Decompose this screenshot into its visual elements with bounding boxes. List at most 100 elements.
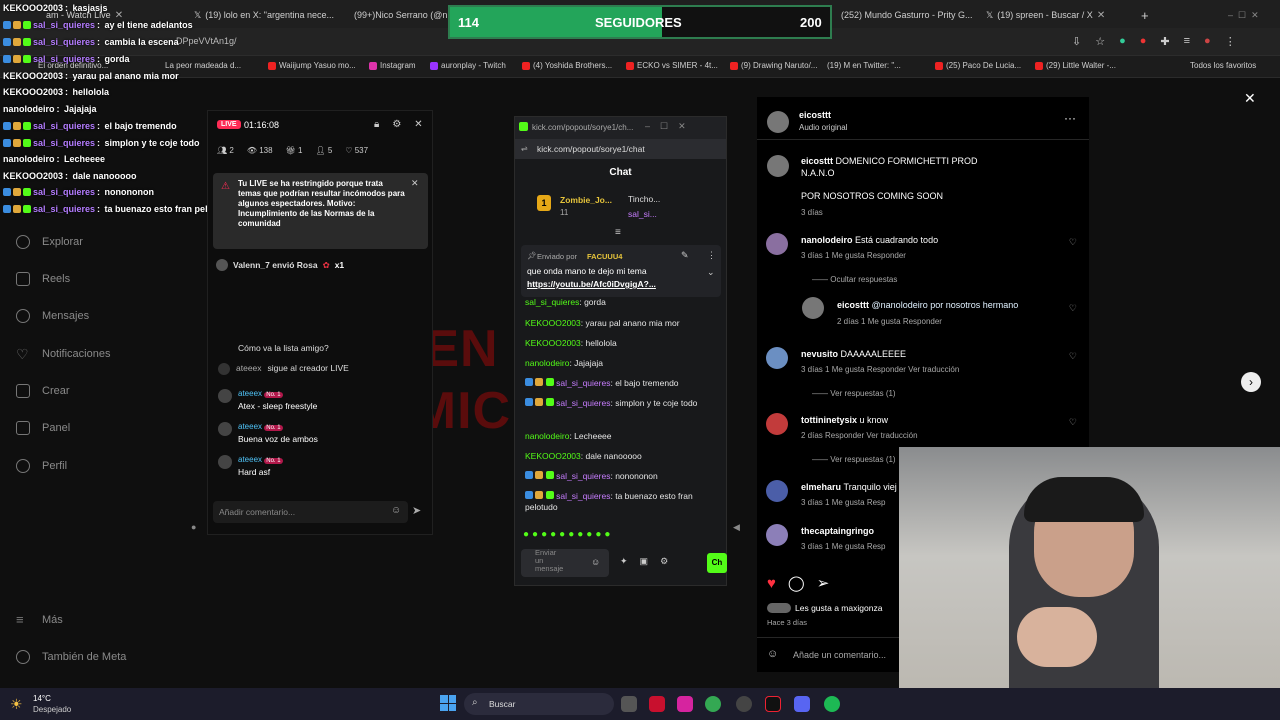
filter-icon[interactable]: ≡ [615,227,621,238]
chat-line: sal_si_quieres: ta buenazo esto fran pel… [3,204,233,214]
tab-mundo-gasturro[interactable]: (252) Mundo Gasturro - Prity G...✕ [835,4,975,26]
bookmark-item[interactable]: ECKO vs SIMER - 4t... [626,61,718,70]
close-modal-icon[interactable]: ✕ [1244,90,1256,107]
task-view-icon[interactable] [621,696,637,712]
new-tab-button[interactable]: + [1135,4,1155,26]
more-options-icon[interactable]: ··· [1064,111,1076,125]
nav-meta[interactable]: También de Meta [16,650,126,664]
bookmark-item[interactable]: (29) Little Walter -... [1035,61,1116,70]
nav-mas[interactable]: ≡ Más [16,613,63,627]
kick-url-bar: ⇌ kick.com/popout/sorye1/chat [515,139,726,159]
menu-icon[interactable]: ≡ [1184,35,1190,48]
taskbar-search[interactable]: ⌕ Buscar [464,693,614,715]
instagram-icon[interactable] [677,696,693,712]
send-icon[interactable]: ➤ [412,504,421,517]
nav-mensajes[interactable]: Mensajes [16,309,89,323]
close-icon[interactable]: ✕ [414,119,422,130]
emote-bar[interactable]: ●●●●●●●●●● [523,529,613,540]
bookmark-item[interactable]: (4) Yoshida Brothers... [522,61,612,70]
avatar[interactable] [766,413,788,435]
bookmark-item[interactable]: (9) Drawing Naruto/... [730,61,817,70]
search-icon: ⌕ [472,697,478,708]
install-icon[interactable]: ⇩ [1072,35,1081,48]
view-replies[interactable]: —— Ver respuestas (1) [812,455,896,464]
kick-message-input[interactable]: Enviar un mensaje ☺ [521,549,609,577]
emoji-icon[interactable]: ☺ [391,505,401,516]
window-controls[interactable]: – ☐ ✕ [1222,4,1278,26]
top-gifter-1[interactable]: Zombie_Jo... [560,195,612,205]
avatar[interactable] [766,524,788,546]
kick-message: KEKOOO2003: yarau pal anano mia mor [525,318,680,328]
avatar[interactable] [766,233,788,255]
reels-icon [16,272,30,286]
pinned-link[interactable]: https://youtu.be/Afc0iDvgigA?... [527,279,656,289]
chevron-down-icon[interactable]: ⌄ [707,267,715,278]
chat-line: nanolodeiro : Lecheeee [3,154,106,164]
share-icon[interactable]: ➢ [817,574,830,592]
gear-icon[interactable]: ⚙ [660,556,668,567]
bookmark-item[interactable]: auronplay - Twitch [430,61,506,70]
spotify-icon[interactable] [824,696,840,712]
like-heart-icon[interactable]: ♡ [1069,303,1077,314]
app-icon[interactable] [649,696,665,712]
like-heart-icon[interactable]: ♡ [1069,237,1077,248]
tab-nico-serrano[interactable]: (99+)Nico Serrano (@n... [348,4,448,26]
windows-start-icon[interactable] [440,695,456,711]
chrome-icon[interactable] [705,696,721,712]
emoji-icon[interactable]: ☺ [767,648,778,660]
tt-comment-input[interactable]: Añadir comentario... ☺ [213,501,408,523]
avatar[interactable] [767,111,789,133]
view-replies[interactable]: —— Ver respuestas (1) [812,389,896,398]
bookmark-folder[interactable]: Todos los favoritos [1190,61,1256,70]
nav-perfil[interactable]: Perfil [16,459,67,473]
kebab-icon[interactable]: ⋮ [707,250,716,261]
nav-explorar[interactable]: Explorar [16,235,83,249]
lock-icon[interactable]: 🔒︎ [374,119,379,130]
add-comment-input[interactable]: Añade un comentario... [793,650,886,660]
bookmark-item[interactable]: (25) Paco De Lucia... [935,61,1021,70]
extension-icon[interactable]: ● [1140,35,1147,48]
puzzle-icon[interactable]: ✚ [1160,35,1169,48]
like-heart-icon[interactable]: ♡ [1069,351,1077,362]
close-icon[interactable]: ✕ [411,178,419,189]
nav-reels[interactable]: Reels [16,272,70,286]
post-audio[interactable]: Audio original [799,123,847,132]
store-icon[interactable]: ▣ [640,556,649,567]
comment-icon[interactable]: ◯ [788,574,805,592]
volume-icon[interactable]: ◀ [733,522,740,533]
send-chat-button[interactable]: Ch [707,553,727,573]
bookmark-item[interactable]: (19) M en Twitter: "... [827,61,901,70]
nav-panel[interactable]: Panel [16,421,70,435]
gear-icon[interactable]: ⚙ [392,119,401,130]
nav-notificaciones[interactable]: ♡ Notificaciones [16,347,110,361]
bookmark-item[interactable]: Instagram [369,61,416,70]
likes-stat: ♡ 537 [345,146,369,155]
sparkles-icon[interactable]: ✦ [620,556,628,567]
obs-icon[interactable] [736,696,752,712]
weather-temp[interactable]: 14°C [33,694,51,703]
window-controls[interactable]: –☐✕ [645,121,696,132]
bookmark-star-icon[interactable]: ☆ [1095,35,1105,48]
top-gifter-3[interactable]: sal_si... [628,209,657,219]
avatar[interactable] [766,347,788,369]
avatar[interactable]: ● [1204,35,1211,48]
tab-spreen[interactable]: 𝕏 (19) spreen - Buscar / X ✕ [980,4,1125,26]
weather-text[interactable]: Despejado [33,705,71,714]
extension-icon[interactable]: ● [1119,35,1126,48]
hide-replies[interactable]: —— Ocultar respuestas [812,275,897,284]
next-post-icon[interactable]: › [1241,372,1261,392]
avatar[interactable] [802,297,824,319]
avatar[interactable] [766,480,788,502]
like-heart-icon[interactable]: ♡ [1069,417,1077,428]
post-author[interactable]: eicosttt [799,110,831,120]
tiktok-icon[interactable] [765,696,781,712]
pin-icon[interactable]: ✎ [681,250,689,261]
discord-icon[interactable] [794,696,810,712]
close-icon[interactable]: ✕ [1097,10,1105,21]
emoji-icon[interactable]: ☺ [591,557,600,567]
viewers-stat: 👥︎ 2 [217,146,234,155]
top-gifter-2[interactable]: Tincho... [628,194,660,204]
nav-crear[interactable]: Crear [16,384,70,398]
liked-heart-icon[interactable]: ♥ [767,575,776,592]
kebab-icon[interactable]: ⋮ [1225,35,1236,48]
